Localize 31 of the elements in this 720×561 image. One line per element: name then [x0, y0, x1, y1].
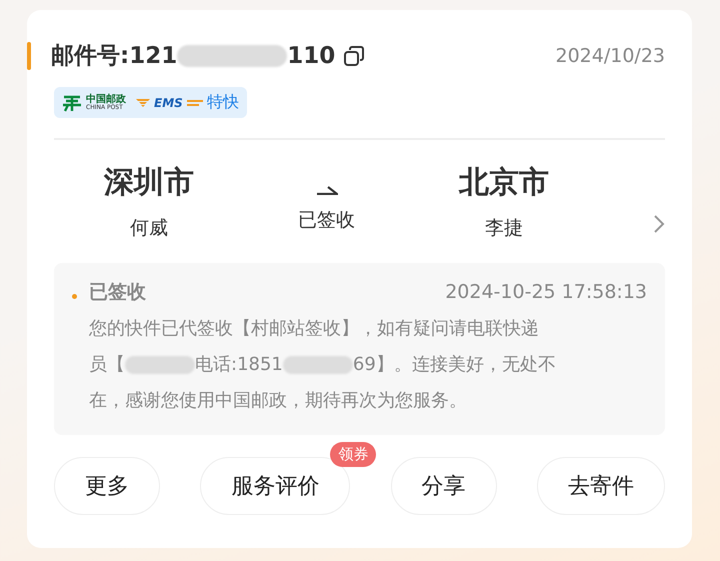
event-time: 2024-10-25 17:58:13	[445, 281, 647, 303]
event-status: 已签收	[89, 280, 146, 305]
destination-city: 北京市	[459, 164, 549, 202]
sender-name: 何威	[130, 216, 168, 241]
event-message: 员【	[89, 353, 125, 377]
copy-icon[interactable]	[343, 44, 366, 66]
chevron-right-icon[interactable]	[653, 214, 665, 234]
event-message: 69】。连接美好，无处不	[352, 353, 556, 377]
order-date: 2024/10/23	[555, 44, 665, 66]
action-button[interactable]: 去寄件	[536, 457, 665, 515]
tracking-number-end: 110	[287, 42, 336, 68]
accent-bar	[27, 42, 31, 70]
wing-icon	[136, 98, 150, 108]
tracking-label: 邮件号:121	[51, 42, 178, 71]
delivery-status: 已签收	[298, 208, 355, 232]
status-dot-icon	[72, 294, 77, 298]
post-logo-icon	[62, 94, 82, 112]
redaction-blur	[282, 356, 353, 374]
speed-lines-icon	[186, 98, 203, 108]
redaction-blur	[125, 356, 195, 374]
action-button[interactable]: 更多	[54, 457, 160, 515]
event-message: 您的快件已代签收【村邮站签收】，如有疑问请电联快递	[89, 317, 539, 341]
coupon-badge: 领券	[330, 442, 376, 467]
event-message: 电话:1851	[195, 353, 283, 377]
event-message: 在，感谢您使用中国邮政，期待再次为您服务。	[89, 389, 467, 413]
action-button[interactable]: 分享	[390, 457, 497, 515]
service-logo: EMS	[154, 96, 183, 110]
recipient-name: 李捷	[485, 216, 523, 241]
brand-name: 中国邮政	[86, 94, 126, 104]
service-level: 特快	[206, 92, 239, 113]
origin-city: 深圳市	[104, 164, 194, 202]
